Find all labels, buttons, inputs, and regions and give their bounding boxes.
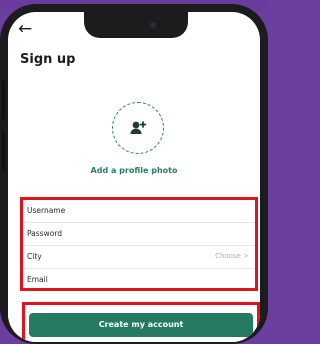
create-account-highlight: Create my account	[22, 302, 260, 342]
add-user-icon	[130, 121, 147, 134]
username-label: Username	[27, 206, 66, 215]
city-field[interactable]: City Choose >	[23, 246, 255, 269]
phone-volume-button	[2, 130, 5, 170]
phone-screen: ← Sign up Add a profile photo Username P…	[8, 12, 260, 342]
create-account-button[interactable]: Create my account	[29, 313, 253, 337]
username-field[interactable]: Username	[23, 200, 255, 223]
city-label: City	[27, 252, 42, 261]
email-label: Email	[27, 275, 48, 284]
signup-form-highlight: Username Password City Choose > Email	[20, 197, 258, 291]
city-choose-hint: Choose >	[215, 252, 249, 260]
password-field[interactable]: Password	[23, 223, 255, 246]
add-profile-photo-button[interactable]	[112, 102, 164, 154]
camera-icon	[150, 22, 156, 28]
password-label: Password	[27, 229, 63, 238]
page-title: Sign up	[20, 52, 76, 67]
phone-volume-button	[2, 80, 5, 120]
add-photo-label[interactable]: Add a profile photo	[8, 166, 260, 175]
email-field[interactable]: Email	[23, 269, 255, 292]
back-arrow-icon[interactable]: ←	[18, 21, 32, 38]
notch	[84, 12, 188, 38]
